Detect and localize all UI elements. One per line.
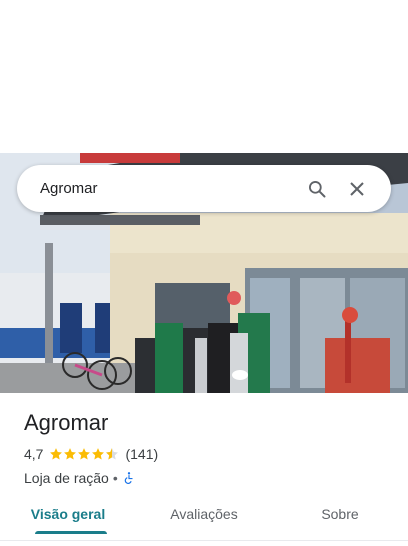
- star-icon: [50, 448, 63, 460]
- star-rating: [49, 447, 119, 461]
- place-category[interactable]: Loja de ração: [24, 470, 109, 486]
- active-tab-indicator: [35, 531, 107, 534]
- tab-bar: Visão geral Avaliações Sobre: [0, 496, 408, 540]
- map-blank-area: [0, 0, 408, 153]
- place-title: Agromar: [24, 410, 109, 435]
- place-info: Agromar 4,7 (141) Loja de ração •: [24, 408, 394, 488]
- separator-dot: •: [112, 470, 118, 486]
- star-half-icon: [106, 448, 119, 460]
- search-bar[interactable]: Agromar: [17, 165, 391, 212]
- review-count[interactable]: (141): [125, 446, 158, 462]
- tab-divider: [0, 540, 408, 541]
- tab-label: Avaliações: [170, 506, 238, 522]
- search-icon[interactable]: [297, 169, 337, 209]
- close-icon[interactable]: [337, 169, 377, 209]
- tab-label: Visão geral: [30, 506, 106, 522]
- tab-overview[interactable]: Visão geral: [0, 496, 136, 540]
- star-icon: [92, 448, 105, 460]
- category-row: Loja de ração •: [24, 468, 394, 488]
- wheelchair-icon: [124, 472, 133, 484]
- search-input[interactable]: Agromar: [40, 180, 297, 197]
- star-icon: [64, 448, 77, 460]
- tab-label: Sobre: [321, 506, 359, 522]
- tab-about[interactable]: Sobre: [272, 496, 408, 540]
- star-icon: [78, 448, 91, 460]
- rating-value: 4,7: [24, 446, 44, 462]
- rating-row[interactable]: 4,7 (141): [24, 444, 394, 464]
- tab-reviews[interactable]: Avaliações: [136, 496, 272, 540]
